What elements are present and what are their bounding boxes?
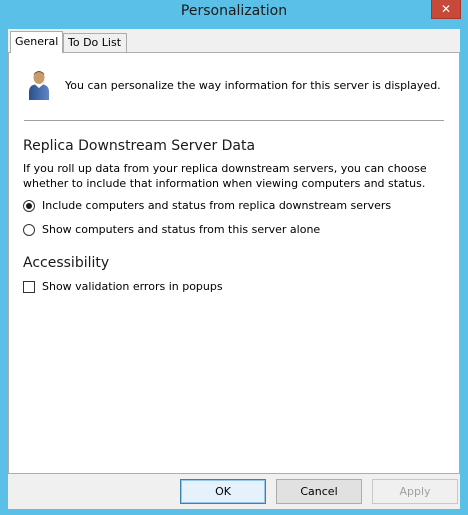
personalization-dialog: Personalization ✕ General To Do List You — [0, 0, 468, 515]
include-replica-radio-option[interactable]: Include computers and status from replic… — [23, 199, 391, 212]
separator — [24, 120, 444, 121]
this-server-alone-label: Show computers and status from this serv… — [42, 223, 321, 236]
close-icon: ✕ — [440, 2, 452, 16]
replica-description: If you roll up data from your replica do… — [23, 162, 427, 190]
title-bar[interactable]: Personalization ✕ — [0, 0, 468, 28]
tab-to-do-list[interactable]: To Do List — [63, 33, 127, 53]
validation-errors-checkbox-option[interactable]: Show validation errors in popups — [23, 280, 223, 293]
this-server-alone-radio[interactable] — [23, 223, 35, 236]
include-replica-label: Include computers and status from replic… — [42, 199, 392, 212]
cancel-button[interactable]: Cancel — [276, 479, 362, 504]
accessibility-section-heading: Accessibility — [23, 255, 110, 271]
validation-errors-label: Show validation errors in popups — [42, 280, 223, 293]
replica-section-heading: Replica Downstream Server Data — [23, 138, 256, 154]
this-server-alone-radio-option[interactable]: Show computers and status from this serv… — [23, 223, 320, 236]
dialog-client-area: General To Do List You can personalize t… — [8, 29, 460, 509]
ok-button[interactable]: OK — [180, 479, 266, 504]
tab-general[interactable]: General — [10, 31, 63, 53]
validation-errors-checkbox[interactable] — [23, 280, 35, 293]
intro-text: You can personalize the way information … — [65, 79, 441, 92]
user-icon — [29, 71, 49, 100]
window-title: Personalization — [180, 3, 288, 19]
apply-button[interactable]: Apply — [372, 479, 458, 504]
include-replica-radio[interactable] — [23, 199, 35, 212]
general-tab-panel: You can personalize the way information … — [8, 52, 460, 474]
close-button[interactable]: ✕ — [431, 0, 461, 19]
